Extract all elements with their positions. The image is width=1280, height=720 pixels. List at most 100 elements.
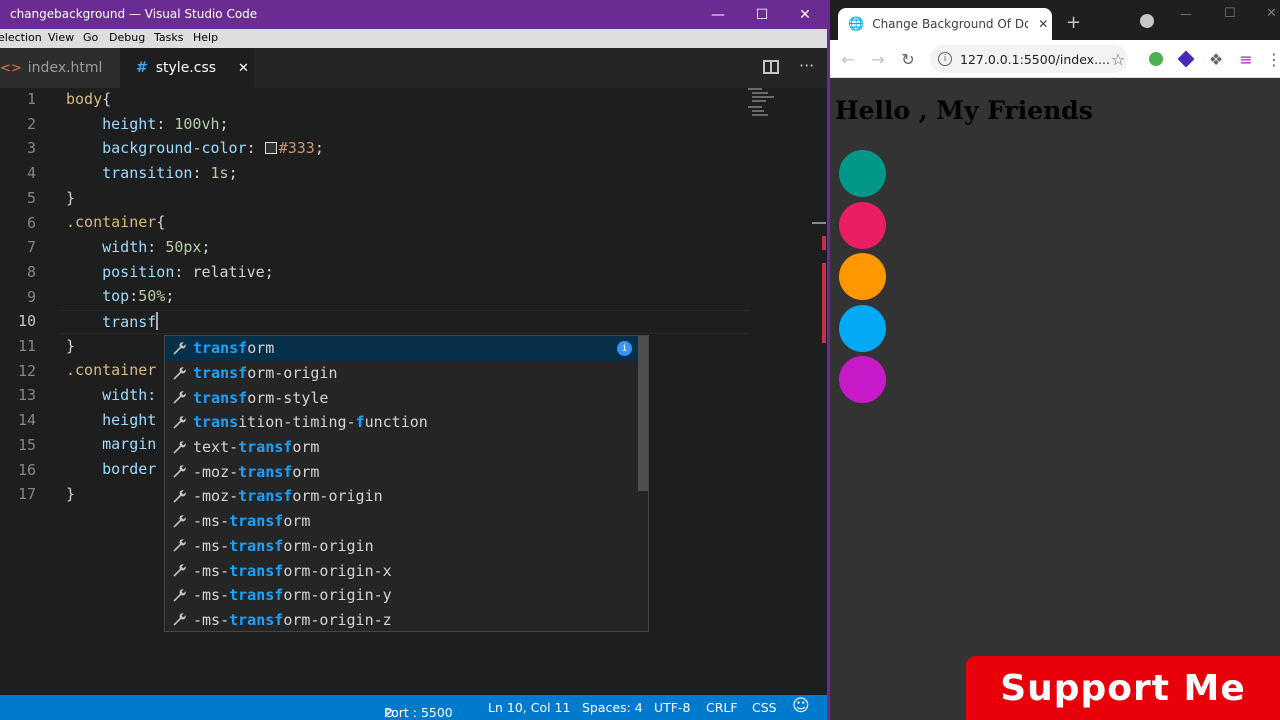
suggestion-item[interactable]: -moz-transf orm-origin: [165, 484, 648, 509]
line-number: 12: [17, 361, 36, 380]
chrome-tab[interactable]: 🌐 Change Background Of Docume ✕: [838, 8, 1052, 40]
url-text: 127.0.0.1:5500/index....: [960, 51, 1110, 67]
close-tab-icon[interactable]: ✕: [238, 61, 249, 76]
tab-search-icon[interactable]: [1140, 14, 1154, 28]
code-line-14: height: [102, 411, 157, 429]
suggestion-item[interactable]: transf orm i: [165, 336, 648, 361]
suggestion-item[interactable]: -ms-transf orm: [165, 509, 648, 534]
suggestion-item[interactable]: -moz-transf orm: [165, 459, 648, 484]
extension-color-icon[interactable]: ≡: [1236, 49, 1256, 69]
menu-selection[interactable]: election: [0, 31, 42, 44]
suggestion-item[interactable]: -ms-transf orm-origin-y: [165, 583, 648, 608]
wrench-icon: [165, 440, 193, 455]
chrome-toolbar: ← → ↻ i 127.0.0.1:5500/index.... ☆ ❖ ≡ ⋮: [830, 40, 1280, 78]
color-circle[interactable]: [839, 201, 886, 249]
info-icon[interactable]: i: [617, 340, 632, 356]
close-window-button[interactable]: ✕: [1266, 6, 1277, 21]
wrench-icon: [165, 612, 193, 627]
line-number: 2: [26, 114, 36, 133]
suggestions-scrollbar[interactable]: [638, 336, 648, 491]
wrench-icon: [165, 563, 193, 578]
line-number: 6: [26, 213, 36, 232]
cursor-position[interactable]: Ln 10, Col 11: [488, 700, 570, 715]
vscode-window: changebackground — Visual Studio Code — …: [0, 0, 827, 720]
line-number: 3: [26, 139, 36, 158]
chrome-window: 🌐 Change Background Of Docume ✕ + — ☐ ✕ …: [830, 0, 1280, 720]
reload-icon[interactable]: ↻: [898, 49, 918, 69]
line-number: 10: [17, 312, 36, 331]
line-number: 4: [26, 164, 36, 183]
line-ending[interactable]: CRLF: [706, 700, 738, 715]
web-page: Hello , My Friends: [830, 78, 1280, 720]
language-mode[interactable]: CSS: [752, 700, 777, 715]
suggestion-item[interactable]: -ms-transf orm-origin-x: [165, 558, 648, 583]
close-button[interactable]: ✕: [782, 0, 827, 29]
menu-bar: election View Go Debug Tasks Help: [0, 29, 827, 48]
maximize-button[interactable]: ☐: [1224, 6, 1236, 21]
encoding[interactable]: UTF-8: [654, 700, 690, 715]
code-line-8: position: relative;: [102, 263, 274, 281]
css-icon: #: [136, 60, 148, 76]
current-line-highlight: [60, 310, 750, 334]
tab-style-css[interactable]: # style.css ✕: [120, 48, 254, 88]
suggestion-item[interactable]: transf orm-origin: [165, 361, 648, 386]
wrench-icon: [165, 341, 193, 356]
feedback-smiley-icon[interactable]: ☺: [792, 696, 810, 716]
tab-index-html[interactable]: <> index.html: [0, 48, 120, 88]
close-tab-icon[interactable]: ✕: [1038, 17, 1048, 31]
support-me-banner[interactable]: Support Me: [966, 656, 1280, 720]
code-line-4: transition: 1s;: [102, 164, 238, 182]
code-line-17: }: [66, 485, 76, 503]
line-number: 9: [26, 287, 36, 306]
color-swatch[interactable]: [264, 142, 277, 154]
suggestion-item[interactable]: -ms-transf orm-origin: [165, 534, 648, 559]
line-number: 11: [17, 337, 36, 355]
extensions-puzzle-icon[interactable]: ❖: [1206, 49, 1226, 69]
split-editor-icon[interactable]: [763, 60, 779, 74]
code-line-12: .container: [66, 361, 157, 379]
minimap[interactable]: [748, 88, 818, 128]
code-line-11: }: [66, 337, 76, 355]
menu-view[interactable]: View: [48, 31, 74, 44]
menu-debug[interactable]: Debug: [109, 31, 145, 44]
bookmark-star-icon[interactable]: ☆: [1108, 49, 1128, 69]
autocomplete-suggestions: transf orm i transf orm-origin transf orm-styl…: [164, 335, 649, 632]
address-bar[interactable]: i 127.0.0.1:5500/index....: [930, 45, 1128, 73]
wrench-icon: [165, 514, 193, 529]
chrome-menu-icon[interactable]: ⋮: [1264, 49, 1280, 69]
menu-go[interactable]: Go: [83, 31, 98, 44]
color-circle[interactable]: [839, 253, 886, 300]
menu-help[interactable]: Help: [193, 31, 218, 44]
forward-icon[interactable]: →: [868, 49, 888, 69]
page-heading: Hello , My Friends: [835, 96, 1093, 125]
new-tab-button[interactable]: +: [1066, 12, 1081, 33]
wrench-icon: [165, 538, 193, 553]
extension-diamond-icon[interactable]: [1176, 49, 1196, 69]
back-icon[interactable]: ←: [838, 49, 858, 69]
tab-title: Change Background Of Docume: [872, 17, 1029, 31]
code-line-6: .container{: [66, 213, 166, 231]
indentation[interactable]: Spaces: 4: [582, 700, 643, 715]
status-bar: ⊘ Port : 5500 Ln 10, Col 11 Spaces: 4 UT…: [0, 695, 827, 720]
menu-tasks[interactable]: Tasks: [154, 31, 183, 44]
wrench-icon: [165, 464, 193, 479]
editor-scrollbar[interactable]: [812, 88, 826, 695]
line-number: 17: [17, 485, 36, 504]
suggestion-item[interactable]: transf orm-style: [165, 385, 648, 410]
suggestion-item[interactable]: text-transf orm: [165, 435, 648, 460]
suggestion-item[interactable]: -ms-transf orm-origin-z: [165, 608, 648, 631]
code-editor[interactable]: 1 2 3 4 5 6 7 8 9 10 11 12 13 14 15 16 17 body{ height: …: [0, 88, 827, 695]
minimize-button[interactable]: —: [695, 0, 741, 29]
editor-tabs: <> index.html # style.css ✕ ···: [0, 48, 827, 88]
extension-globe-icon[interactable]: [1146, 49, 1166, 69]
color-circle[interactable]: [839, 150, 886, 197]
minimize-button[interactable]: —: [1180, 7, 1192, 21]
color-circle[interactable]: [839, 356, 886, 403]
html-icon: <>: [0, 60, 22, 76]
maximize-button[interactable]: ☐: [739, 0, 785, 29]
color-circle[interactable]: [839, 304, 886, 352]
suggestion-item[interactable]: trans ition-timing-f unction: [165, 410, 648, 435]
line-number: 15: [17, 435, 36, 454]
code-line-3: background-color: #333;: [102, 139, 324, 157]
more-actions-icon[interactable]: ···: [799, 56, 814, 75]
